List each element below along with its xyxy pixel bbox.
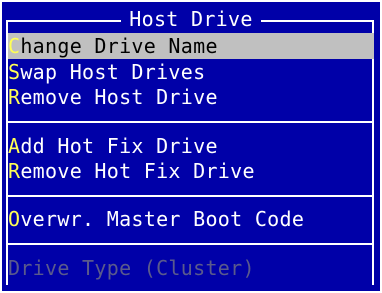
menu-item-hotkey: R — [8, 85, 21, 109]
menu-item-hotkey: R — [8, 159, 21, 183]
menu-item-add-hot-fix-drive[interactable]: Add Hot Fix Drive — [8, 133, 374, 159]
menu-item-label: emove Host Drive — [20, 85, 218, 109]
menu-item-drive-type-cluster: Drive Type (Cluster) — [8, 255, 374, 281]
menu-item-label: emove Hot Fix Drive — [20, 159, 255, 183]
menu-item-label: verwr. Master Boot Code — [20, 207, 305, 231]
menu-item-remove-host-drive[interactable]: Remove Host Drive — [8, 84, 374, 110]
menu-item-hotkey: C — [8, 34, 21, 58]
host-drive-menu-panel: Host Drive Change Drive Name Swap Host D… — [2, 2, 380, 291]
menu-item-remove-hot-fix-drive[interactable]: Remove Hot Fix Drive — [8, 158, 374, 184]
menu-item-label: dd Hot Fix Drive — [20, 134, 218, 158]
menu-item-swap-host-drives[interactable]: Swap Host Drives — [8, 59, 374, 85]
menu-separator — [8, 121, 374, 123]
menu-item-hotkey: O — [8, 207, 21, 231]
menu-item-hotkey: S — [8, 60, 21, 84]
menu-separator — [8, 195, 374, 197]
menu-title: Host Drive — [2, 6, 380, 32]
menu-title-text: Host Drive — [121, 7, 261, 31]
menu-item-label: hange Drive Name — [20, 34, 218, 58]
menu-item-change-drive-name[interactable]: Change Drive Name — [8, 33, 374, 59]
menu-separator — [8, 243, 374, 245]
menu-item-overwrite-master-boot-code[interactable]: Overwr. Master Boot Code — [8, 206, 374, 232]
menu-item-label: Drive Type (Cluster) — [8, 256, 255, 280]
menu-item-label: wap Host Drives — [20, 60, 206, 84]
menu-item-hotkey: A — [8, 134, 21, 158]
